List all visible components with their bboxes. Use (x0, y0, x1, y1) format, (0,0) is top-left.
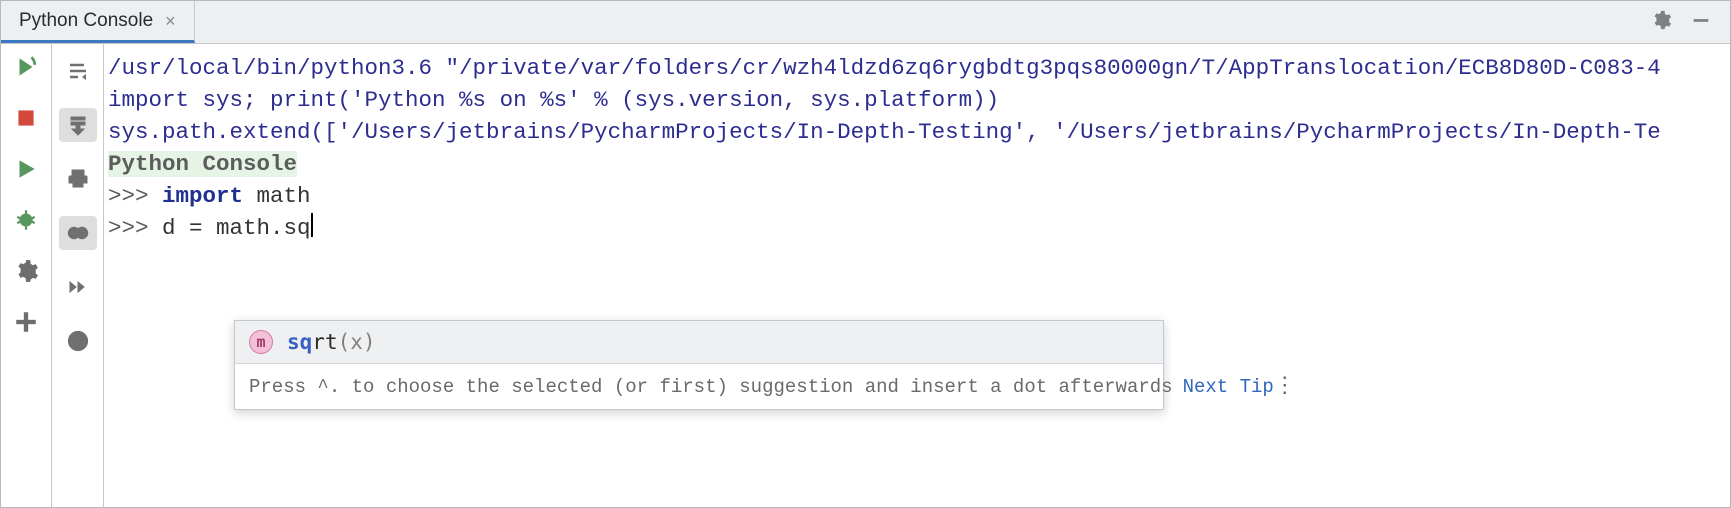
soft-wrap-icon[interactable] (59, 54, 97, 88)
tab-bar: Python Console × (1, 1, 1730, 44)
more-icon[interactable]: ⋮ (1274, 371, 1298, 403)
gear-icon[interactable] (1650, 9, 1672, 36)
run-icon[interactable] (13, 156, 39, 187)
console-output[interactable]: /usr/local/bin/python3.6 "/private/var/f… (104, 44, 1730, 507)
autocomplete-item[interactable]: m sqrt(x) (235, 321, 1163, 363)
tab-python-console[interactable]: Python Console × (1, 1, 195, 43)
tab-label: Python Console (19, 10, 153, 32)
console-line: sys.path.extend(['/Users/jetbrains/Pycha… (108, 116, 1730, 148)
history-icon[interactable] (59, 324, 97, 358)
autocomplete-popup: m sqrt(x) Press ^. to choose the selecte… (234, 320, 1164, 410)
print-icon[interactable] (59, 162, 97, 196)
history-back-icon[interactable] (59, 270, 97, 304)
next-tip-link[interactable]: Next Tip (1183, 371, 1274, 403)
autocomplete-rest: rt (312, 326, 337, 358)
rerun-icon[interactable] (13, 54, 39, 85)
add-icon[interactable] (13, 309, 39, 340)
autocomplete-params: (x) (338, 326, 376, 358)
console-input-line[interactable]: >>> d = math.sq (108, 212, 1730, 244)
console-line: /usr/local/bin/python3.6 "/private/var/f… (108, 52, 1730, 84)
console-toolbar (52, 44, 104, 507)
debug-icon[interactable] (13, 207, 39, 238)
console-title: Python Console (108, 148, 1730, 180)
tip-text: Press ^. to choose the selected (or firs… (249, 371, 1173, 403)
scroll-to-end-icon[interactable] (59, 108, 97, 142)
method-badge-icon: m (249, 330, 273, 354)
minimize-icon[interactable] (1690, 9, 1712, 36)
console-line: import sys; print('Python %s on %s' % (s… (108, 84, 1730, 116)
settings-icon[interactable] (13, 258, 39, 289)
close-icon[interactable]: × (165, 12, 176, 30)
text-cursor (311, 213, 313, 237)
console-line: >>> import math (108, 180, 1730, 212)
autocomplete-match: sq (287, 326, 312, 358)
left-toolbar (1, 44, 52, 507)
show-vars-icon[interactable] (59, 216, 97, 250)
stop-icon[interactable] (13, 105, 39, 136)
autocomplete-tip: Press ^. to choose the selected (or firs… (235, 363, 1163, 409)
